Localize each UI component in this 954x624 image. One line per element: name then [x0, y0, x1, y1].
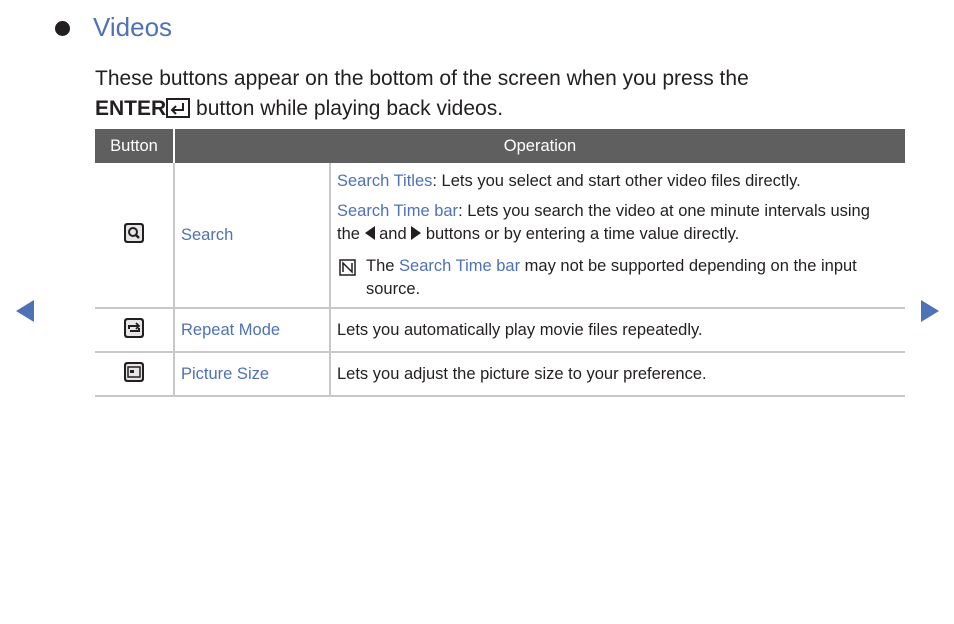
left-arrow-icon [364, 225, 375, 240]
enter-key-label: ENTER [95, 97, 167, 120]
previous-page-arrow-icon[interactable] [16, 300, 34, 322]
note: The Search Time bar may not be supported… [337, 255, 897, 301]
right-arrow-icon [411, 225, 422, 240]
button-name: Search [174, 163, 331, 309]
operations-table: Button Operation Search Search Titles: L… [95, 129, 905, 397]
button-name: Picture Size [174, 352, 331, 397]
next-page-arrow-icon[interactable] [921, 300, 939, 322]
intro-text-after: button while playing back videos. [190, 97, 504, 120]
term-search-titles: Search Titles [337, 171, 433, 190]
button-icon-cell [95, 163, 175, 309]
note-icon [339, 258, 356, 283]
table-header-row: Button Operation [95, 129, 905, 163]
table-row-picture-size: Picture Size Lets you adjust the picture… [95, 352, 905, 397]
enter-icon [166, 97, 191, 127]
operation-cell: Search Titles: Lets you select and start… [330, 163, 905, 309]
repeat-icon [124, 317, 144, 338]
intro-text-before: These buttons appear on the bottom of th… [95, 67, 749, 90]
operation-cell: Lets you automatically play movie files … [330, 308, 905, 353]
bullet-dot [55, 21, 70, 36]
button-icon-cell [95, 308, 175, 353]
desc-and: and [374, 224, 412, 243]
button-icon-cell [95, 352, 175, 397]
term-search-time-bar: Search Time bar [337, 201, 459, 220]
desc-time-bar-after: buttons or by entering a time value dire… [421, 224, 740, 243]
desc-search-titles: : Lets you select and start other video … [432, 171, 801, 190]
table-row-search: Search Search Titles: Lets you select an… [95, 163, 905, 309]
header-operation: Operation [173, 129, 905, 163]
note-before: The [366, 256, 400, 275]
header-button: Button [95, 129, 174, 163]
table-row-repeat-mode: Repeat Mode Lets you automatically play … [95, 308, 905, 353]
section-title: Videos [93, 12, 173, 42]
operation-cell: Lets you adjust the picture size to your… [330, 352, 905, 397]
button-name: Repeat Mode [174, 308, 331, 353]
intro-paragraph: These buttons appear on the bottom of th… [95, 64, 875, 127]
op-search-time-bar: Search Time bar: Lets you search the vid… [337, 200, 897, 246]
search-icon [124, 222, 144, 243]
picture-size-icon [124, 361, 144, 382]
op-search-titles: Search Titles: Lets you select and start… [337, 170, 897, 193]
note-term: Search Time bar [399, 256, 521, 275]
